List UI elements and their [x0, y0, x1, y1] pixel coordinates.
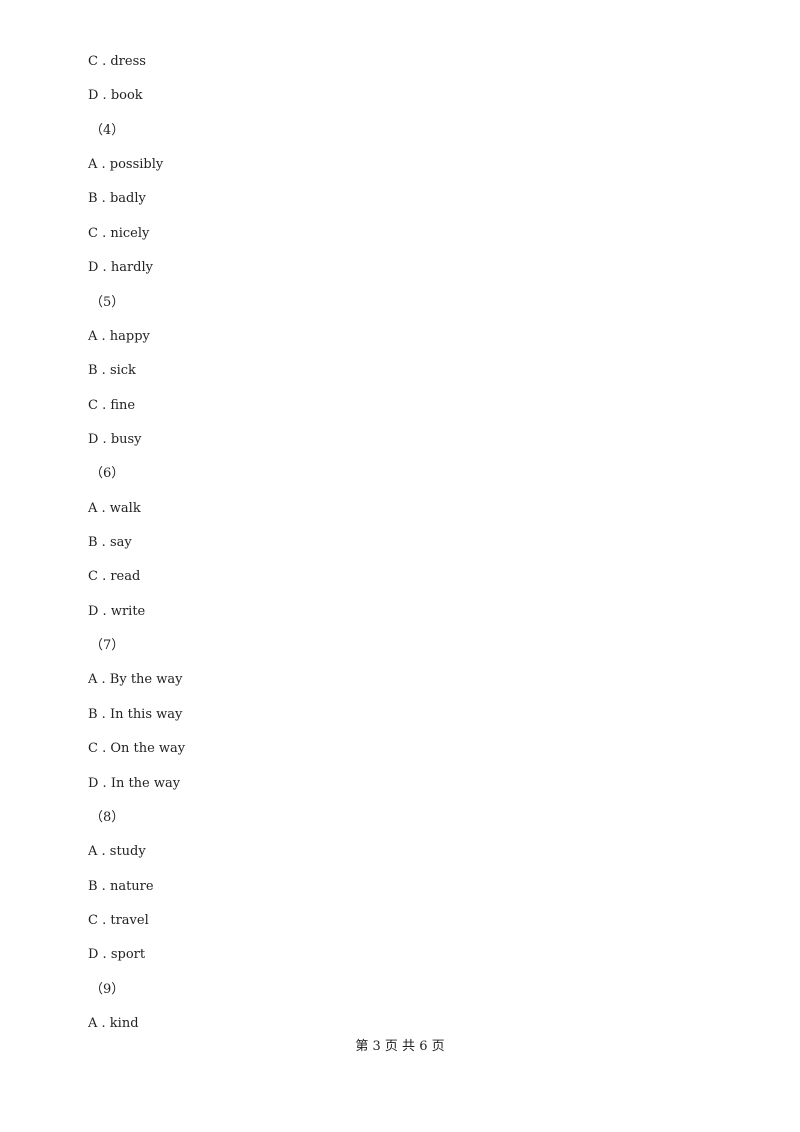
answer-option: B . nature: [88, 878, 154, 894]
question-number: （6）: [90, 466, 125, 482]
answer-option: B . In this way: [88, 706, 183, 722]
answer-option: C . On the way: [88, 741, 186, 757]
question-number: （7）: [90, 638, 125, 654]
answer-option: C . dress: [88, 54, 146, 69]
question-number: （8）: [90, 809, 125, 825]
answer-option: D . hardly: [88, 260, 153, 276]
answer-option: C . read: [88, 569, 141, 585]
answer-option: A . possibly: [88, 157, 164, 172]
answer-option: B . sick: [88, 363, 136, 379]
answer-option: C . nicely: [88, 225, 150, 241]
answer-option: B . say: [88, 535, 132, 550]
answer-option: A . study: [88, 844, 146, 860]
question-number: （5）: [90, 294, 125, 310]
answer-option: A . By the way: [88, 672, 183, 688]
answer-option: D . busy: [88, 432, 142, 447]
answer-option: A . happy: [88, 328, 150, 344]
question-number: （9）: [90, 981, 125, 997]
answer-option: D . sport: [88, 947, 146, 963]
answer-option: C . travel: [88, 913, 149, 928]
page-footer: 第 3 页 共 6 页: [355, 1039, 445, 1054]
answer-option: D . write: [88, 603, 146, 619]
answer-option: D . book: [88, 88, 143, 104]
answer-option: C . fine: [88, 397, 136, 413]
answer-option: D . In the way: [88, 775, 181, 791]
answer-option: B . badly: [88, 191, 146, 207]
question-number: （4）: [90, 122, 125, 138]
answer-option: A . kind: [88, 1016, 139, 1031]
answer-option: A . walk: [88, 500, 141, 516]
